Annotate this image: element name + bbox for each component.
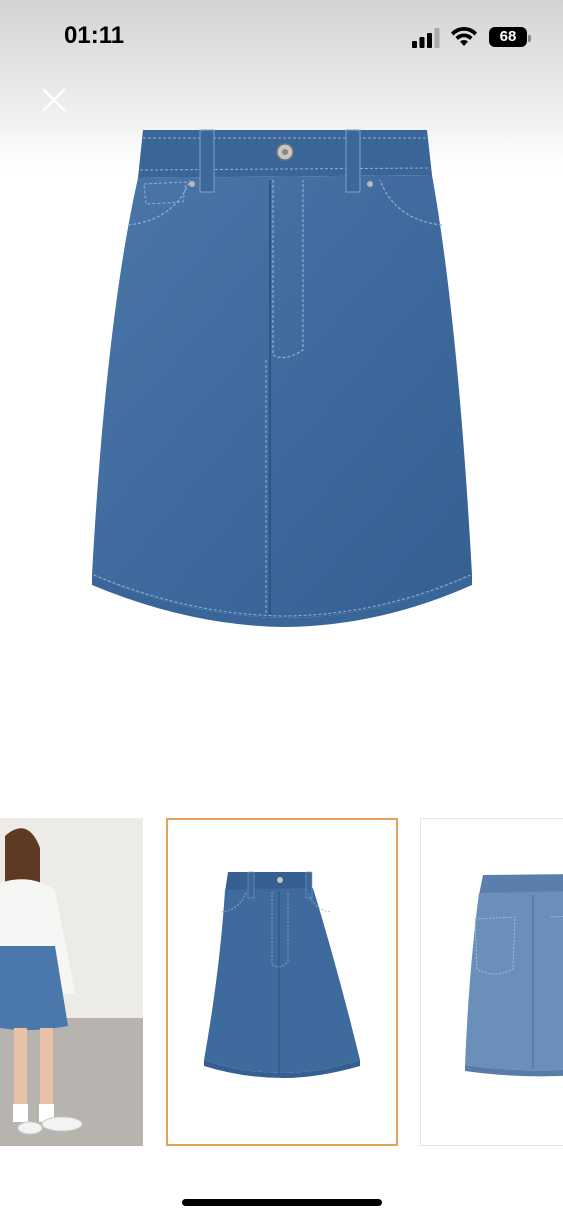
thumbnail-model-back[interactable] [0, 818, 143, 1146]
cellular-signal-icon [412, 28, 440, 48]
home-indicator[interactable] [182, 1199, 382, 1206]
hero-product-image[interactable] [80, 120, 490, 630]
status-bar: 01:11 68 [0, 0, 563, 75]
thumbnail-skirt-back[interactable] [420, 818, 563, 1146]
denim-skirt-front-image [92, 129, 472, 627]
thumbnail-skirt-front-selected[interactable] [166, 818, 398, 1146]
wifi-icon [451, 26, 477, 46]
battery-percent: 68 [499, 28, 517, 45]
status-time: 01:11 [64, 22, 125, 49]
battery-icon: 68 [489, 27, 531, 47]
close-button[interactable] [36, 82, 72, 118]
close-icon [42, 88, 66, 112]
status-icons: 68 [412, 25, 531, 49]
thumbnail-strip [0, 818, 563, 1151]
